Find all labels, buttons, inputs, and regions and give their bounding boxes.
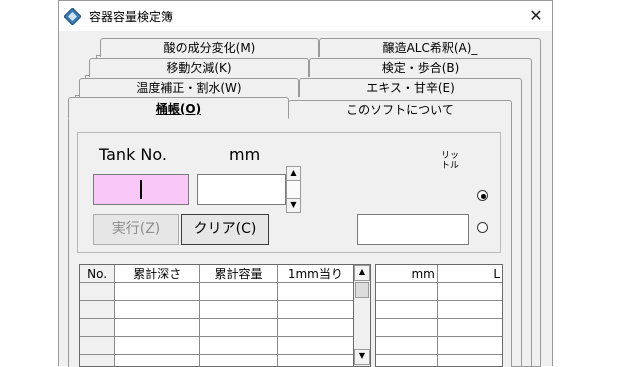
scroll-up-button[interactable]: ▲ [354,265,370,281]
mm-input[interactable] [197,174,286,205]
clear-button[interactable]: クリア(C) [181,214,269,245]
tank-no-input[interactable] [93,174,189,205]
title-bar: 容器容量検定簿 ✕ [59,1,552,31]
side-table-row[interactable] [376,301,503,319]
close-button[interactable]: ✕ [525,5,547,27]
scroll-down-button[interactable]: ▼ [354,349,370,365]
side-table-row[interactable] [376,337,503,355]
window-title: 容器容量検定簿 [89,8,173,25]
table-header-row: No. 累計深さ 累計容量 1mm当り [80,265,354,283]
tab-transfer-loss[interactable]: 移動欠減(K) [89,58,309,77]
arrow-down-icon: ▼ [290,200,296,209]
header-mm: mm [376,265,438,283]
radio-bottom[interactable] [477,222,488,233]
side-table: mm L [375,264,503,367]
scroll-thumb[interactable] [355,282,369,298]
liter-label: リッ トル [441,151,459,171]
table-row[interactable] [80,283,354,301]
tank-table-grid: No. 累計深さ 累計容量 1mm当り [79,264,354,367]
tab-brewing-alc[interactable]: 醸造ALC希釈(A)_ [319,38,541,57]
liter-input[interactable] [357,214,469,245]
table-row[interactable] [80,355,354,367]
tab-temperature-dilution[interactable]: 温度補正・割水(W) [79,78,299,97]
tab-inspection-ratio[interactable]: 検定・歩合(B) [309,58,532,77]
radio-top[interactable] [477,190,488,201]
tab-tank-ledger[interactable]: 桶帳(O) [68,97,289,119]
mm-spinner[interactable]: ▲ ▼ [286,166,301,213]
arrow-down-icon: ▼ [359,351,365,360]
close-icon: ✕ [529,6,542,25]
arrow-up-icon: ▲ [290,168,296,177]
execute-button[interactable]: 実行(Z) [93,214,179,245]
header-liter: L [437,265,502,283]
side-table-row[interactable] [376,355,503,367]
tab-acid-change[interactable]: 酸の成分変化(M) [100,38,319,57]
spin-up-button[interactable]: ▲ [286,166,301,181]
header-per-mm: 1mm当り [277,265,353,283]
spin-track [286,181,301,198]
table-row[interactable] [80,319,354,337]
tab-about-software[interactable]: このソフトについて [288,100,512,118]
tab-extract-sweetness[interactable]: エキス・甘辛(E) [299,78,522,97]
side-table-row[interactable] [376,283,503,301]
header-no: No. [80,265,115,283]
app-icon [64,8,81,25]
header-cumulative-depth: 累計深さ [115,265,200,283]
mm-label: mm [229,145,260,164]
text-cursor [140,180,142,199]
tank-no-label: Tank No. [99,145,167,164]
table-row[interactable] [80,337,354,355]
header-cumulative-volume: 累計容量 [200,265,277,283]
table-row[interactable] [80,301,354,319]
app-window: 容器容量検定簿 ✕ 酸の成分変化(M) 醸造ALC希釈(A)_ 移動欠減(K) … [58,0,553,366]
side-table-row[interactable] [376,319,503,337]
spin-down-button[interactable]: ▼ [286,198,301,213]
side-table-grid: mm L [375,264,503,367]
tank-table: No. 累計深さ 累計容量 1mm当り [79,264,354,367]
arrow-up-icon: ▲ [359,267,365,276]
side-header-row: mm L [376,265,503,283]
table-scrollbar[interactable]: ▲ ▼ [354,264,371,367]
